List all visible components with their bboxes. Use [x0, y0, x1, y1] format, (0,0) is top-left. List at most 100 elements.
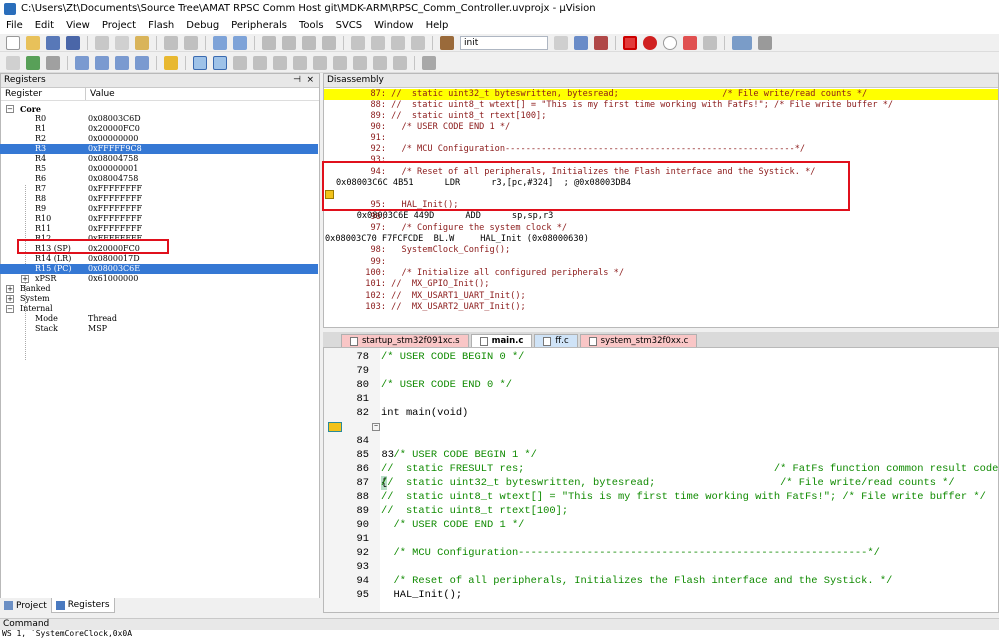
tab-registers[interactable]: Registers — [50, 598, 115, 613]
call-stack-icon[interactable] — [273, 55, 287, 70]
register-row[interactable]: R1 0x20000FC0 — [0, 124, 318, 134]
bookmark-icon[interactable] — [262, 35, 276, 50]
code-line[interactable]: 90 /* USER CODE END 1 */ — [324, 518, 998, 532]
disasm-source-line[interactable]: 97: /* Configure the system clock */ — [324, 223, 998, 234]
reset-rst-icon[interactable] — [6, 55, 20, 70]
tab-main-c[interactable]: main.c — [470, 334, 533, 347]
disasm-source-line[interactable]: 90: /* USER CODE END 1 */ — [324, 122, 998, 133]
code-line[interactable]: 89 // static uint8_t rtext[100]; — [324, 504, 998, 518]
register-row[interactable]: R0 0x08003C6D — [0, 114, 318, 124]
code-line[interactable]: 79 — [324, 364, 998, 378]
code-line[interactable]: 93 — [324, 560, 998, 574]
fold-collapse-icon[interactable]: − — [372, 423, 380, 431]
save-icon[interactable] — [46, 35, 60, 50]
find-icon[interactable] — [574, 35, 588, 50]
menu-flash[interactable]: Flash — [142, 20, 180, 31]
register-row-selected[interactable]: R3 0xFFFFF9C8 — [0, 144, 318, 154]
disasm-instruction-line[interactable]: 0x08003C70 F7FCFCDE BL.W HAL_Init (0x080… — [324, 234, 998, 245]
run-icon[interactable] — [26, 55, 40, 70]
prev-bookmark-icon[interactable] — [282, 35, 296, 50]
tree-node-system[interactable]: + System — [0, 294, 318, 304]
disasm-source-line[interactable]: 100: /* Initialize all configured periph… — [324, 268, 998, 279]
code-line[interactable]: 82 int main(void) — [324, 406, 998, 420]
toolbox-icon[interactable] — [422, 55, 436, 70]
trace-window-icon[interactable] — [373, 55, 387, 70]
menu-debug[interactable]: Debug — [180, 20, 225, 31]
command-output[interactable]: WS 1, `SystemCoreClock,0x0A — [0, 630, 999, 638]
analysis-window-icon[interactable] — [353, 55, 367, 70]
command-window-icon[interactable] — [193, 55, 207, 70]
register-value[interactable]: 0x0800017D — [88, 254, 140, 264]
uncomment-icon[interactable] — [411, 35, 425, 50]
code-line[interactable]: 81 — [324, 392, 998, 406]
tree-node-banked[interactable]: + Banked — [0, 284, 318, 294]
watch-window-icon[interactable] — [293, 55, 307, 70]
tree-node-core[interactable]: − Core — [0, 104, 318, 114]
menu-file[interactable]: File — [0, 20, 29, 31]
breakpoint-icon[interactable] — [643, 35, 657, 50]
register-row[interactable]: R7 0xFFFFFFFF — [0, 184, 318, 194]
code-line[interactable]: 86 // static FRESULT res; /* FatFs functi… — [324, 462, 998, 476]
collapse-icon[interactable]: − — [6, 305, 14, 313]
show-next-statement-icon[interactable] — [164, 55, 178, 70]
register-row[interactable]: R14 (LR) 0x0800017D — [0, 254, 318, 264]
register-row[interactable]: R6 0x08004758 — [0, 174, 318, 184]
comment-icon[interactable] — [391, 35, 405, 50]
register-value[interactable]: 0x00000001 — [88, 164, 138, 174]
register-value[interactable]: 0xFFFFFFFF — [88, 204, 142, 214]
register-value[interactable]: 0xFFFFF9C8 — [88, 144, 142, 154]
step-into-icon[interactable] — [75, 55, 89, 70]
register-value[interactable]: 0x08003C6D — [88, 114, 141, 124]
system-viewer-icon[interactable] — [393, 55, 407, 70]
register-row-selected[interactable]: R15 (PC) 0x08003C6E — [0, 264, 318, 274]
menu-view[interactable]: View — [60, 20, 96, 31]
clear-bookmarks-icon[interactable] — [322, 35, 336, 50]
register-row[interactable]: Stack MSP — [0, 324, 318, 334]
incremental-find-icon[interactable] — [594, 35, 608, 50]
register-row[interactable]: R8 0xFFFFFFFF — [0, 194, 318, 204]
tab-startup-file[interactable]: startup_stm32f091xc.s — [341, 334, 469, 347]
register-value[interactable]: 0x61000000 — [88, 274, 138, 284]
debug-session-icon[interactable] — [623, 35, 637, 50]
menu-svcs[interactable]: SVCS — [330, 20, 369, 31]
next-bookmark-icon[interactable] — [302, 35, 316, 50]
tree-node-internal[interactable]: − Internal — [0, 304, 318, 314]
undo-icon[interactable] — [164, 35, 178, 50]
register-row[interactable]: Mode Thread — [0, 314, 318, 324]
serial-window-icon[interactable] — [333, 55, 347, 70]
paste-icon[interactable] — [135, 35, 149, 50]
register-value[interactable]: 0xFFFFFFFF — [88, 224, 142, 234]
register-value[interactable]: 0x00000000 — [88, 134, 138, 144]
memory-window-icon[interactable] — [313, 55, 327, 70]
tab-project[interactable]: Project — [0, 598, 51, 613]
nav-back-icon[interactable] — [213, 35, 227, 50]
menu-edit[interactable]: Edit — [29, 20, 60, 31]
code-line[interactable]: 94 /* Reset of all peripherals, Initiali… — [324, 574, 998, 588]
run-to-cursor-icon[interactable] — [135, 55, 149, 70]
window-layout-icon[interactable] — [732, 35, 752, 50]
disasm-source-line[interactable]: 92: /* MCU Configuration----------------… — [324, 144, 998, 155]
code-line[interactable]: 85 /* USER CODE BEGIN 1 */ — [324, 448, 998, 462]
copy-icon[interactable] — [115, 35, 129, 50]
code-line[interactable]: 88 // static uint8_t wtext[] = "This is m… — [324, 490, 998, 504]
code-line[interactable]: 87 // static uint32_t byteswritten, bytes… — [324, 476, 998, 490]
tab-system-file[interactable]: system_stm32f0xx.c — [579, 334, 698, 347]
disable-breakpoint-icon[interactable] — [663, 35, 677, 50]
code-line[interactable]: 84 — [324, 434, 998, 448]
code-line-current[interactable]: 83 − { — [324, 420, 998, 490]
disasm-source-line[interactable]: 87: // static uint32_t byteswritten, byt… — [324, 89, 998, 100]
expand-icon[interactable]: + — [6, 285, 14, 293]
register-value[interactable]: 0xFFFFFFFF — [88, 184, 142, 194]
indent-icon[interactable] — [351, 35, 365, 50]
kill-breakpoints-icon[interactable] — [683, 35, 697, 50]
open-folder-icon[interactable] — [26, 35, 40, 50]
column-value[interactable]: Value — [86, 88, 115, 100]
disable-all-breakpoints-icon[interactable] — [703, 35, 717, 50]
register-row[interactable]: R11 0xFFFFFFFF — [0, 224, 318, 234]
expand-icon[interactable]: + — [21, 275, 29, 283]
step-over-icon[interactable] — [95, 55, 109, 70]
register-value[interactable]: 0xFFFFFFFF — [88, 194, 142, 204]
register-row[interactable]: R4 0x08004758 — [0, 154, 318, 164]
expand-icon[interactable]: + — [6, 295, 14, 303]
code-line[interactable]: 78 /* USER CODE BEGIN 0 */ — [324, 350, 998, 364]
